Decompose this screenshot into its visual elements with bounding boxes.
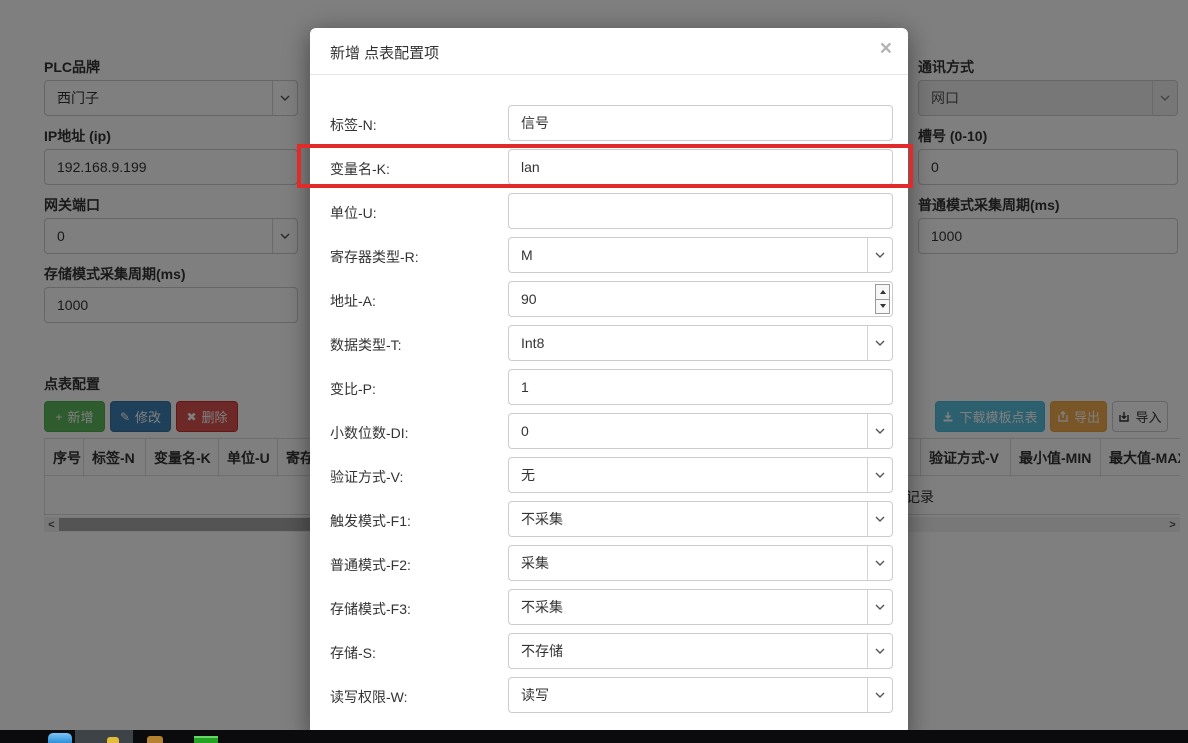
decimals-value: 0 [509, 423, 529, 439]
modal-header: 新增 点表配置项 × [310, 28, 908, 75]
register-type-select[interactable]: M [508, 237, 893, 273]
data-type-select[interactable]: Int8 [508, 325, 893, 361]
ratio-input[interactable] [509, 370, 892, 404]
chevron-down-icon [867, 502, 892, 536]
field-label-ratio: 变比-P: [330, 379, 376, 399]
close-icon[interactable]: × [880, 38, 892, 59]
field-label-unit: 单位-U: [330, 203, 377, 223]
chevron-down-icon [867, 590, 892, 624]
storage-mode-value: 不采集 [509, 597, 563, 617]
chevron-down-icon [867, 414, 892, 448]
screen: PLC品牌 西门子 IP地址 (ip) 网关端口 0 存储模式采集周期(ms) … [0, 0, 1188, 743]
rw-permission-value: 读写 [509, 685, 549, 705]
taskbar-app-icon-green[interactable] [194, 736, 218, 743]
unit-field-wrap [508, 193, 893, 229]
taskbar-app-icon-orange[interactable] [147, 736, 163, 743]
number-stepper[interactable] [875, 284, 890, 314]
red-highlight-annotation [297, 144, 913, 188]
taskbar-app-icon-yellow[interactable] [107, 737, 119, 743]
validate-mode-select[interactable]: 无 [508, 457, 893, 493]
tag-field-wrap [508, 105, 893, 141]
trigger-mode-value: 不采集 [509, 509, 563, 529]
field-label-rw-permission: 读写权限-W: [330, 687, 408, 707]
ratio-field-wrap [508, 369, 893, 405]
chevron-down-icon [867, 238, 892, 272]
field-label-register-type: 寄存器类型-R: [330, 247, 419, 267]
field-label-data-type: 数据类型-T: [330, 335, 402, 355]
rw-permission-select[interactable]: 读写 [508, 677, 893, 713]
trigger-mode-select[interactable]: 不采集 [508, 501, 893, 537]
address-field-wrap [508, 281, 893, 317]
add-point-config-modal: 新增 点表配置项 × 标签-N: 变量名-K: 单位-U: 寄存器类型-R: M… [310, 28, 908, 740]
storage-select[interactable]: 不存储 [508, 633, 893, 669]
normal-mode-select[interactable]: 采集 [508, 545, 893, 581]
field-label-tag: 标签-N: [330, 115, 377, 135]
address-number-input[interactable] [509, 282, 892, 316]
unit-input[interactable] [509, 194, 892, 228]
field-label-normal-mode: 普通模式-F2: [330, 555, 411, 575]
storage-mode-select[interactable]: 不采集 [508, 589, 893, 625]
field-label-decimals: 小数位数-DI: [330, 423, 409, 443]
field-label-address: 地址-A: [330, 291, 376, 311]
field-label-trigger-mode: 触发模式-F1: [330, 511, 411, 531]
taskbar-active-slot[interactable] [75, 730, 133, 743]
chevron-down-icon [867, 678, 892, 712]
modal-title: 新增 点表配置项 [330, 42, 439, 63]
decimals-select[interactable]: 0 [508, 413, 893, 449]
normal-mode-value: 采集 [509, 553, 549, 573]
storage-value: 不存储 [509, 641, 563, 661]
stepper-up-icon[interactable] [875, 284, 890, 299]
field-label-storage: 存储-S: [330, 643, 376, 663]
taskbar-app-icon-blue[interactable] [48, 733, 72, 743]
taskbar [0, 730, 1188, 743]
chevron-down-icon [867, 634, 892, 668]
field-label-storage-mode: 存储模式-F3: [330, 599, 411, 619]
field-label-validate-mode: 验证方式-V: [330, 467, 403, 487]
chevron-down-icon [867, 326, 892, 360]
chevron-down-icon [867, 546, 892, 580]
stepper-down-icon[interactable] [875, 299, 890, 315]
register-type-value: M [509, 247, 533, 263]
validate-mode-value: 无 [509, 465, 535, 485]
chevron-down-icon [867, 458, 892, 492]
tag-input[interactable] [509, 106, 892, 140]
data-type-value: Int8 [509, 335, 544, 351]
